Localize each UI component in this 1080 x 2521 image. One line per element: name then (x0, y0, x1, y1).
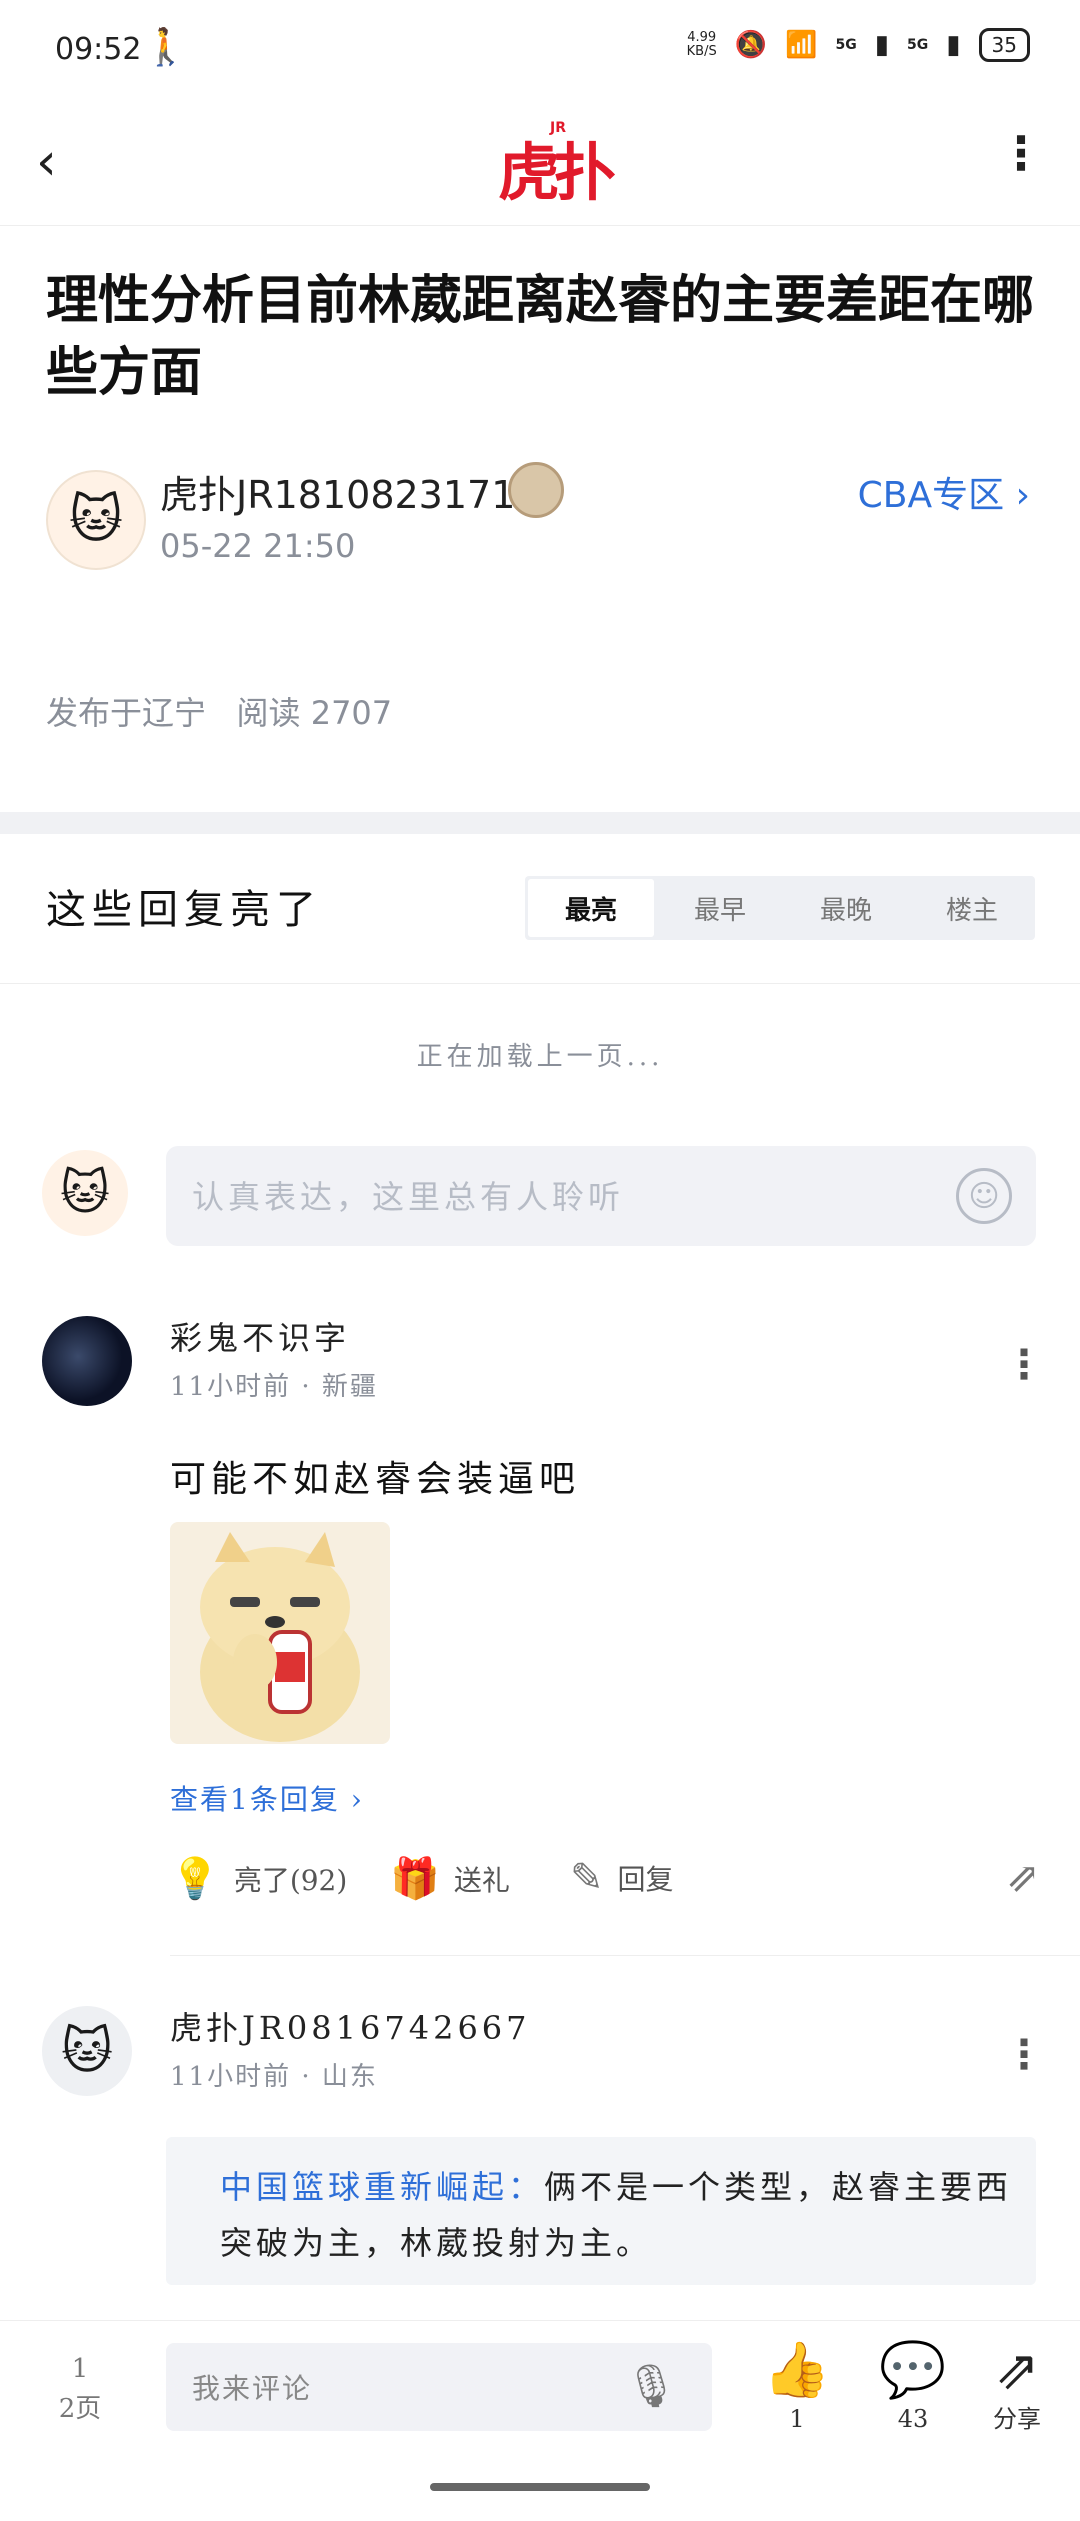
section-link-label: CBA专区 (857, 475, 1005, 516)
gift-label: 送礼 (453, 1863, 510, 1897)
hupu-logo-jr: JR (550, 120, 566, 136)
my-avatar: 🐱 (42, 1150, 128, 1236)
divider (0, 983, 1080, 984)
share-icon: ⇗ (994, 2338, 1040, 2401)
like-count: 1 (789, 2405, 805, 2433)
author-name[interactable]: 虎扑JR1810823171 (160, 464, 515, 519)
loading-text: 正在加载上一页... (416, 1042, 664, 1072)
share-label: 分享 (993, 2405, 1041, 2433)
signal-bars-1-icon: ▮ (874, 30, 889, 60)
battery-icon: 35 (978, 28, 1030, 62)
share-button[interactable]: ⇗ 分享 (972, 2339, 1062, 2437)
emoji-icon[interactable]: ☺ (956, 1168, 1012, 1224)
mute-icon: 🔕 (734, 30, 768, 60)
signal-5g-2-icon: 5G (907, 37, 929, 53)
netspeed-value: 4.99 (687, 30, 717, 45)
view-replies-link[interactable]: 查看1条回复 › (170, 1778, 364, 1818)
network-speed: 4.99 KB/S (687, 31, 717, 59)
wifi-icon: 📶 (785, 30, 818, 60)
reply-input-box: ☺ (166, 1146, 1036, 1248)
commenter-name[interactable]: 彩鬼不识字 (170, 1313, 350, 1359)
comment-more-icon[interactable]: ⋮ (1004, 2035, 1044, 2075)
author-badge-icon (508, 462, 564, 518)
comment-input[interactable] (190, 2343, 614, 2433)
share-comment-button[interactable]: ⇗ (1006, 1855, 1040, 1901)
reply-input[interactable] (190, 1146, 914, 1248)
bottom-bar: 1 2页 🎙 👍 1 💬 43 ⇗ 分享 (0, 2320, 1080, 2521)
lightbulb-icon: 💡 (170, 1856, 220, 1902)
page-current: 1 (71, 2354, 89, 2384)
commenter-avatar[interactable] (42, 1316, 132, 1406)
post-time: 05-22 21:50 (160, 527, 356, 565)
netspeed-unit: KB/S (686, 44, 717, 59)
reply-label: 回复 (617, 1863, 674, 1896)
thumbs-up-icon: 👍 (763, 2338, 831, 2401)
comment-more-icon[interactable]: ⋮ (1004, 1345, 1044, 1385)
shiba-sticker-illustration (200, 1532, 360, 1742)
status-icons: 4.99 KB/S 🔕 📶 5G ▮ 5G ▮ 35 (687, 28, 1030, 62)
tab-brightest[interactable]: 最亮 (528, 879, 654, 937)
tab-op[interactable]: 楼主 (909, 876, 1035, 940)
like-label: 亮了(92) (233, 1863, 348, 1897)
comment-sticker-image[interactable] (170, 1522, 390, 1744)
comment-actions: 💡 亮了(92) 🎁 送礼 ✎ 回复 ⇗ (170, 1855, 1040, 1905)
section-separator (0, 812, 1080, 834)
like-button[interactable]: 💡 亮了(92) (170, 1855, 347, 1902)
divider (170, 1955, 1080, 1956)
like-post-button[interactable]: 👍 1 (752, 2339, 842, 2437)
gift-button[interactable]: 🎁 送礼 (390, 1855, 510, 1902)
microphone-icon[interactable]: 🎙 (625, 2361, 678, 2411)
comment-time: 11小时前 · 山东 (170, 2062, 378, 2092)
page-indicator[interactable]: 1 2页 (40, 2349, 120, 2429)
comment-bubble-icon: 💬 (879, 2338, 947, 2401)
quoted-reply[interactable]: 中国篮球重新崛起：俩不是一个类型，赵睿主要西突破为主，林葳投射为主。 (166, 2137, 1036, 2285)
view-replies-label: 查看1条回复 (170, 1783, 340, 1816)
post-reads: 阅读 2707 (236, 694, 393, 732)
author-avatar[interactable]: 🐱 (46, 470, 146, 570)
commenter-avatar[interactable]: 🐱 (42, 2006, 132, 2096)
chevron-right-icon: › (1015, 475, 1030, 516)
gift-icon: 🎁 (390, 1856, 440, 1902)
comment-time: 11小时前 · 新疆 (170, 1372, 378, 1402)
more-options-icon[interactable]: ⋮ (998, 130, 1044, 176)
tab-latest[interactable]: 最晚 (783, 876, 909, 940)
section-link[interactable]: CBA专区 › (858, 466, 1030, 518)
back-arrow-icon[interactable]: ‹ (36, 136, 57, 188)
quoted-user[interactable]: 中国篮球重新崛起： (220, 2168, 544, 2206)
home-indicator[interactable] (430, 2483, 650, 2491)
post-location: 发布于辽宁 (46, 694, 207, 732)
edit-icon: ✎ (570, 1855, 604, 1901)
status-time: 09:52 (55, 32, 142, 67)
tab-earliest[interactable]: 最早 (657, 876, 783, 940)
comments-button[interactable]: 💬 43 (868, 2339, 958, 2437)
comment-input-box: 🎙 (166, 2343, 712, 2433)
signal-5g-1-icon: 5G (835, 37, 857, 53)
page-total: 2页 (58, 2394, 102, 2424)
app-header: ‹ 虎扑 JR ⋮ (0, 100, 1080, 226)
post-title: 理性分析目前林葳距离赵睿的主要差距在哪些方面 (46, 271, 1035, 403)
replies-title: 这些回复亮了 (46, 887, 322, 933)
status-bar: 09:52 🚶 4.99 KB/S 🔕 📶 5G ▮ 5G ▮ 35 (0, 0, 1080, 100)
post-meta: 发布于辽宁 阅读 2707 (46, 688, 392, 734)
reply-button[interactable]: ✎ 回复 (570, 1855, 674, 1901)
signal-bars-2-icon: ▮ (946, 30, 961, 60)
walking-icon: 🚶 (143, 27, 188, 68)
share-external-icon: ⇗ (1006, 1855, 1040, 1901)
sort-tabs: 最亮 最早 最晚 楼主 (525, 876, 1035, 940)
comment-text: 可能不如赵睿会装逼吧 (170, 1459, 581, 1500)
comment-count: 43 (897, 2405, 929, 2433)
chevron-right-icon: › (350, 1783, 364, 1816)
quoted-reply-text: 中国篮球重新崛起：俩不是一个类型，赵睿主要西突破为主，林葳投射为主。 (220, 2159, 1020, 2271)
commenter-name[interactable]: 虎扑JR0816742667 (170, 2003, 531, 2049)
